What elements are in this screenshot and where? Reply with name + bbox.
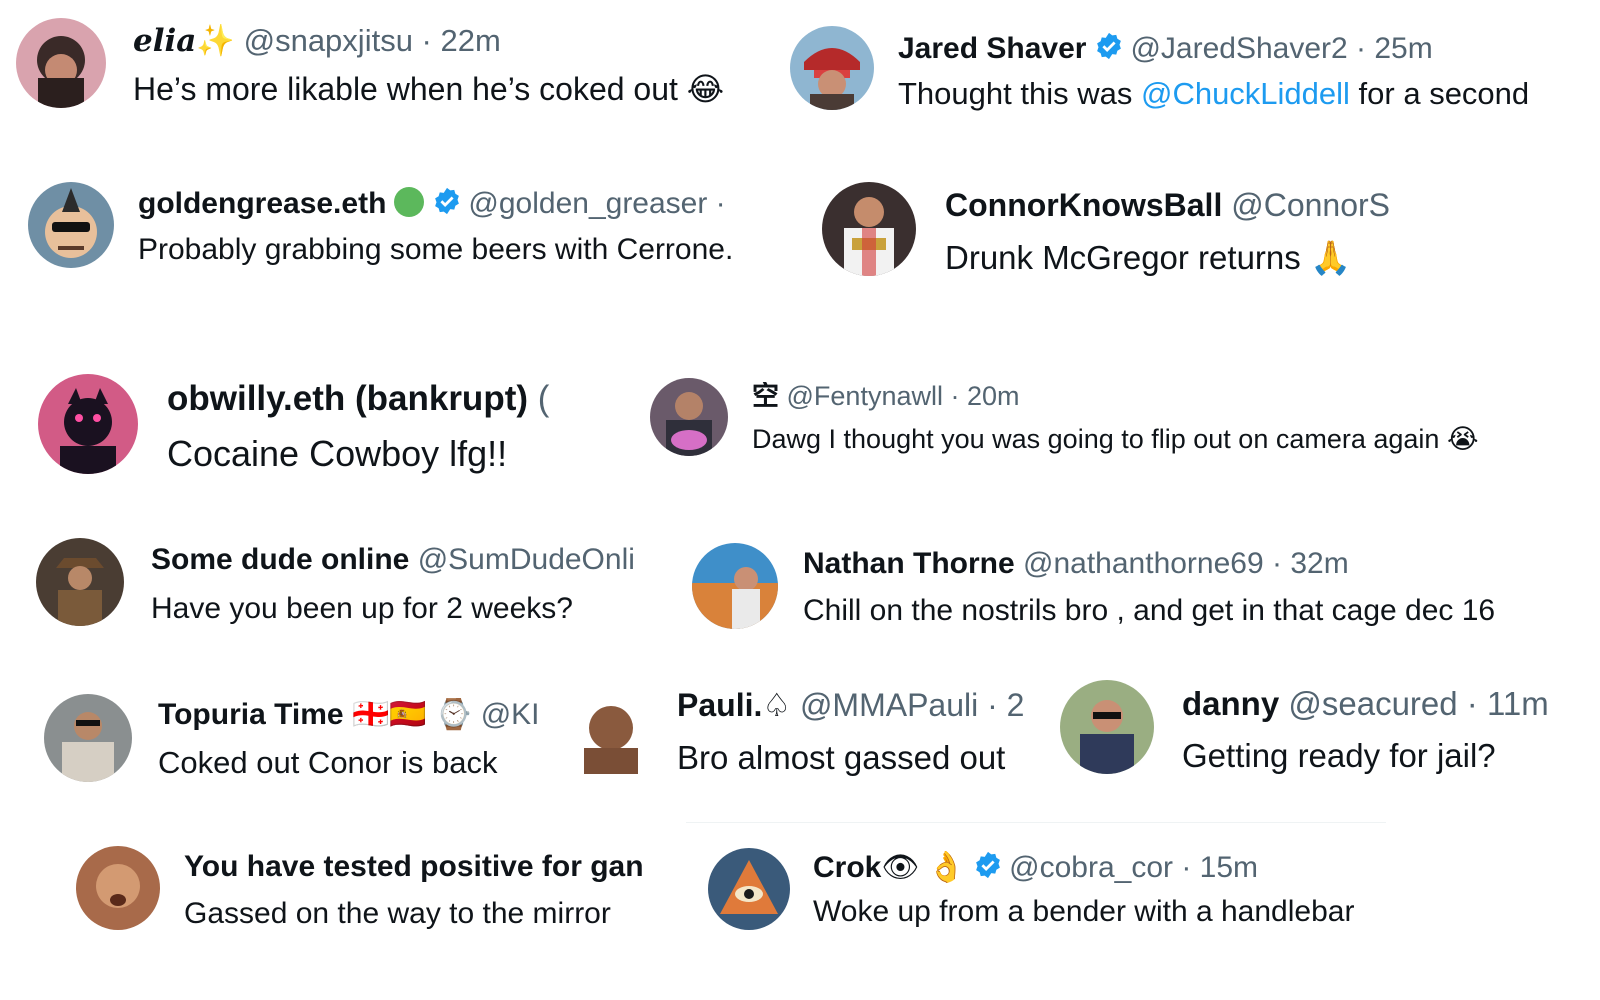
reply-text-content: Chill on the nostrils bro , and get in t… (803, 594, 1496, 627)
reply-text: Bro almost gassed out (677, 740, 1047, 776)
avatar[interactable] (16, 18, 106, 108)
reply-text: Probably grabbing some beers with Cerron… (138, 233, 798, 266)
avatar[interactable] (36, 538, 124, 626)
reply-text: Drunk McGregor returns 🙏 (945, 240, 1545, 276)
reply-header: ConnorKnowsBall @ConnorS (945, 188, 1440, 223)
handle-and-time[interactable]: @cobra_cor · 15m (1009, 851, 1258, 884)
reply-text: Woke up from a bender with a handlebar (813, 895, 1413, 928)
avatar[interactable] (790, 26, 874, 110)
display-name[interactable]: Crok (813, 851, 881, 884)
reply-header: Topuria Time 🇬🇪🇪🇸 ⌚ @KI (158, 698, 588, 731)
reply-text-content: Getting ready for jail? (1182, 738, 1496, 774)
display-name[interactable]: Topuria Time (158, 698, 344, 731)
reply-header: Some dude online @SumDudeOnli (151, 543, 686, 576)
display-name[interactable]: You have tested positive for gan (184, 850, 644, 883)
handle-and-time[interactable]: @Fentynawll · 20m (787, 382, 1020, 411)
reply-text-content: Bro almost gassed out (677, 740, 1006, 776)
reply-text-content: Cocaine Cowboy lfg!! (167, 434, 508, 474)
reply-text-content: Woke up from a bender with a handlebar (813, 895, 1355, 928)
handle-and-time[interactable]: @JaredShaver2 · 25m (1130, 32, 1432, 65)
avatar[interactable] (708, 848, 790, 930)
reply-text-content: Drunk McGregor returns (945, 240, 1301, 276)
crying-emoji-icon: 😭 (1446, 425, 1479, 454)
avatar[interactable] (650, 378, 728, 456)
display-name[interactable]: Nathan Thorne (803, 547, 1015, 580)
handle-and-time[interactable]: @snapxjitsu · 22m (244, 24, 501, 58)
reply-header: goldengrease.eth @golden_greaser · (138, 186, 788, 220)
reply-text: Coked out Conor is back (158, 746, 578, 780)
reply-text: Have you been up for 2 weeks? (151, 592, 671, 625)
avatar[interactable] (570, 692, 652, 774)
avatar[interactable] (76, 846, 160, 930)
reply-text-content: Coked out Conor is back (158, 746, 498, 780)
reply-header: Crok👁 👌 @cobra_cor · 15m (813, 850, 1373, 884)
avatar[interactable] (38, 374, 138, 474)
reply-text-content-end: for a second (1349, 77, 1530, 111)
folded-hands-icon: 🙏 (1309, 240, 1352, 276)
display-name[interactable]: 空 (752, 382, 779, 411)
avatar[interactable] (28, 182, 114, 268)
handle-and-time[interactable]: @SumDudeOnli (418, 543, 635, 576)
reply-text: Cocaine Cowboy lfg!! (167, 434, 597, 474)
laughing-emoji-icon: 😂 (686, 72, 725, 107)
verified-badge-icon (1097, 32, 1122, 60)
display-name[interactable]: danny (1182, 686, 1279, 722)
display-name[interactable]: obwilly.eth (bankrupt) (167, 380, 528, 418)
reply-text-content: Have you been up for 2 weeks? (151, 592, 573, 625)
avatar[interactable] (692, 543, 778, 629)
reply-text: Dawg I thought you was going to flip out… (752, 425, 1572, 455)
reply-text: Thought this was @ChuckLiddell for a sec… (898, 77, 1578, 111)
green-circle-icon (394, 187, 425, 217)
display-name[interactable]: ConnorKnowsBall (945, 188, 1222, 223)
mention-link[interactable]: @ChuckLiddell (1141, 77, 1350, 111)
eye-and-ok-hand-icon: 👁 👌 (881, 851, 966, 884)
spade-icon: ♤ (762, 688, 792, 723)
reply-header: 空 @Fentynawll · 20m (752, 382, 1352, 412)
reply-text: Getting ready for jail? (1182, 738, 1582, 774)
reply-header: Nathan Thorne @nathanthorne69 · 32m (803, 547, 1503, 580)
display-name[interactable]: Some dude online (151, 543, 409, 576)
handle-and-time[interactable]: ( (538, 380, 550, 418)
handle-and-time[interactable]: @MMAPauli · 2 (800, 688, 1025, 723)
reply-text-content: Thought this was (898, 77, 1141, 111)
avatar[interactable] (44, 694, 132, 782)
display-name[interactable]: goldengrease.eth (138, 187, 386, 220)
handle-and-time[interactable]: @KI (481, 698, 540, 731)
display-name[interactable]: Pauli. (677, 688, 762, 723)
reply-text-content: Gassed on the way to the mirror (184, 897, 611, 930)
display-name[interactable]: elia (133, 24, 196, 58)
reply-header: You have tested positive for gan (184, 850, 654, 883)
flags-and-watch-icon: 🇬🇪🇪🇸 ⌚ (351, 698, 473, 731)
reply-text-content: He’s more likable when he’s coked out (133, 72, 678, 107)
verified-badge-icon (435, 187, 460, 215)
reply-text: Chill on the nostrils bro , and get in t… (803, 594, 1593, 627)
reply-header: elia✨ @snapxjitsu · 22m (133, 24, 573, 58)
divider (686, 822, 1386, 823)
sparkles-icon: ✨ (196, 24, 235, 58)
handle-and-time[interactable]: @seacured · 11m (1288, 686, 1548, 722)
reply-text: He’s more likable when he’s coked out 😂 (133, 72, 783, 107)
reply-header: Jared Shaver @JaredShaver2 · 25m (898, 31, 1578, 65)
reply-text: Gassed on the way to the mirror (184, 897, 654, 930)
reply-header: Pauli.♤ @MMAPauli · 2 (677, 688, 1037, 723)
reply-text-content: Probably grabbing some beers with Cerron… (138, 233, 734, 266)
handle-and-time[interactable]: @ConnorS (1231, 188, 1390, 223)
display-name[interactable]: Jared Shaver (898, 32, 1086, 65)
handle-and-time[interactable]: @nathanthorne69 · 32m (1023, 547, 1349, 580)
verified-badge-icon (976, 851, 1001, 879)
reply-header: obwilly.eth (bankrupt) ( (167, 380, 577, 419)
avatar[interactable] (1060, 680, 1154, 774)
reply-text-content: Dawg I thought you was going to flip out… (752, 425, 1440, 454)
reply-header: danny @seacured · 11m (1182, 686, 1562, 722)
handle-and-time[interactable]: @golden_greaser · (468, 187, 725, 220)
avatar[interactable] (822, 182, 916, 276)
